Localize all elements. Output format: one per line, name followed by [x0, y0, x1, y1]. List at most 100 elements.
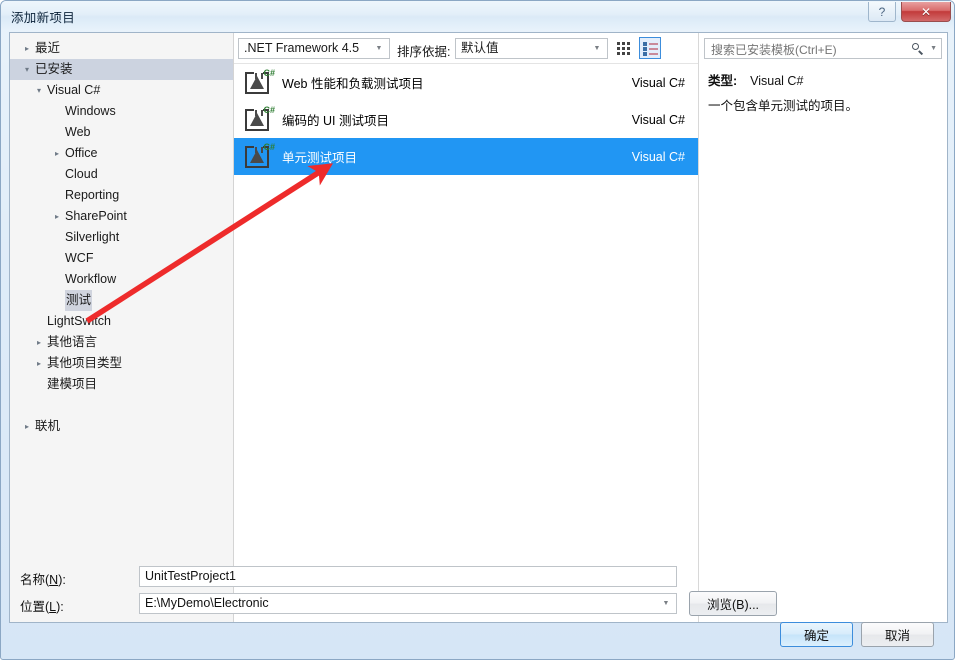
- sidebar-item-8[interactable]: SharePoint: [10, 206, 233, 227]
- sidebar-item-18[interactable]: 联机: [10, 416, 233, 437]
- location-label-prefix: 位置(: [20, 600, 50, 614]
- sidebar-item-4[interactable]: Web: [10, 122, 233, 143]
- sort-label: 排序依据:: [397, 45, 451, 59]
- triangle-right-icon[interactable]: [50, 206, 64, 227]
- dialog-content: 最近已安装 Visual C# Windows Web Office Cloud Repor…: [9, 32, 948, 623]
- close-button[interactable]: ✕: [901, 2, 951, 22]
- sidebar-item-9[interactable]: Silverlight: [10, 227, 233, 248]
- triangle-down-icon[interactable]: [32, 80, 46, 101]
- details-panel: 类型: Visual C# 一个包含单元测试的项目。: [698, 33, 947, 622]
- sidebar-item-label: Workflow: [65, 272, 117, 286]
- sidebar-item-label: 联机: [35, 419, 61, 433]
- triangle-down-icon[interactable]: [20, 59, 34, 80]
- sidebar-item-14[interactable]: 其他语言: [10, 332, 233, 353]
- project-name-value: UnitTestProject1: [145, 569, 237, 583]
- description-text: 一个包含单元测试的项目。: [708, 99, 859, 113]
- list-view-button[interactable]: [639, 37, 661, 59]
- sidebar-item-label: LightSwitch: [47, 314, 111, 328]
- sidebar-item-5[interactable]: Office: [10, 143, 233, 164]
- template-row[interactable]: C# 编码的 UI 测试项目 Visual C#: [234, 101, 698, 138]
- triangle-right-icon[interactable]: [32, 332, 46, 353]
- description-type-row: 类型: Visual C#: [708, 71, 939, 92]
- sidebar-item-label: 已安装: [35, 62, 73, 76]
- sort-value: 默认值: [461, 41, 499, 55]
- name-label: 名称(N):: [20, 569, 66, 588]
- chevron-down-icon[interactable]: [660, 594, 672, 613]
- template-row[interactable]: C# Web 性能和负载测试项目 Visual C#: [234, 64, 698, 101]
- sidebar-item-6[interactable]: Cloud: [10, 164, 233, 185]
- list-view-icon: [643, 42, 658, 56]
- window-title: 添加新项目: [11, 11, 76, 25]
- sidebar-item-label: 其他项目类型: [47, 356, 123, 370]
- help-button[interactable]: ?: [868, 2, 896, 22]
- framework-value: .NET Framework 4.5: [244, 41, 360, 55]
- grid-dots-icon: [617, 42, 633, 56]
- search-box[interactable]: [704, 38, 942, 60]
- triangle-right-icon[interactable]: [20, 416, 34, 437]
- template-language: Visual C#: [631, 75, 685, 90]
- browse-button[interactable]: 浏览(B)...: [689, 591, 777, 616]
- location-value: E:\MyDemo\Electronic: [145, 596, 269, 610]
- sidebar-item-label: 其他语言: [47, 335, 98, 349]
- sidebar-item-1[interactable]: 已安装: [10, 59, 233, 80]
- triangle-right-icon[interactable]: [20, 38, 34, 59]
- sort-dropdown[interactable]: 默认值: [455, 38, 608, 59]
- sidebar-item-12[interactable]: 测试: [10, 290, 233, 311]
- sidebar-item-label: 测试: [65, 290, 93, 311]
- triangle-right-icon[interactable]: [32, 353, 46, 374]
- sidebar-item-0[interactable]: 最近: [10, 38, 233, 59]
- sidebar-item-label: Windows: [65, 104, 116, 118]
- sidebar-item-label: Office: [65, 146, 98, 160]
- search-input[interactable]: [709, 39, 905, 60]
- sidebar-item-2[interactable]: Visual C#: [10, 80, 233, 101]
- title-bar: 添加新项目 ? ✕: [1, 1, 954, 30]
- sidebar-item-3[interactable]: Windows: [10, 101, 233, 122]
- chevron-down-icon[interactable]: [930, 45, 937, 52]
- project-name-input[interactable]: UnitTestProject1: [139, 566, 677, 587]
- sidebar-item-15[interactable]: 其他项目类型: [10, 353, 233, 374]
- sidebar-item-label: Reporting: [65, 188, 120, 202]
- location-label-suffix: ):: [56, 600, 64, 614]
- search-icon[interactable]: [911, 41, 925, 56]
- template-name: Web 性能和负载测试项目: [282, 77, 424, 91]
- chevron-down-icon: [373, 39, 385, 58]
- template-language: Visual C#: [631, 112, 685, 127]
- location-input[interactable]: E:\MyDemo\Electronic: [139, 593, 677, 614]
- category-tree[interactable]: 最近已安装 Visual C# Windows Web Office Cloud Repor…: [10, 33, 234, 622]
- sidebar-item-label: Cloud: [65, 167, 98, 181]
- template-list[interactable]: C# Web 性能和负载测试项目 Visual C# C# 编码的 UI 测试项目 Vis…: [234, 63, 698, 622]
- triangle-right-icon[interactable]: [50, 143, 64, 164]
- sidebar-item-13[interactable]: LightSwitch: [10, 311, 233, 332]
- template-name: 编码的 UI 测试项目: [282, 114, 389, 128]
- sidebar-item-label: Silverlight: [65, 230, 120, 244]
- sidebar-item-11[interactable]: Workflow: [10, 269, 233, 290]
- test-project-flask-icon: C#: [243, 106, 275, 134]
- description-type-label: 类型:: [708, 74, 738, 88]
- template-row[interactable]: C# 单元测试项目 Visual C#: [234, 138, 698, 175]
- templates-panel: .NET Framework 4.5 排序依据: 默认值: [234, 33, 698, 622]
- ok-button[interactable]: 确定: [780, 622, 853, 647]
- name-label-prefix: 名称(: [20, 573, 50, 587]
- test-project-flask-icon: C#: [243, 143, 275, 171]
- sidebar-item-10[interactable]: WCF: [10, 248, 233, 269]
- sidebar-item-16[interactable]: 建模项目: [10, 374, 233, 395]
- sidebar-item-7[interactable]: Reporting: [10, 185, 233, 206]
- framework-dropdown[interactable]: .NET Framework 4.5: [238, 38, 390, 59]
- name-label-key: N: [49, 573, 59, 587]
- test-project-flask-icon: C#: [243, 69, 275, 97]
- description-type-value: Visual C#: [750, 74, 804, 88]
- template-name: 单元测试项目: [282, 151, 358, 165]
- template-language: Visual C#: [631, 149, 685, 164]
- sidebar-item-label: 建模项目: [47, 377, 98, 391]
- sidebar-item-label: Web: [65, 125, 91, 139]
- sidebar-item-label: 最近: [35, 41, 61, 55]
- template-description: 类型: Visual C# 一个包含单元测试的项目。: [708, 71, 939, 117]
- chevron-down-icon: [591, 39, 603, 58]
- add-new-item-dialog: 添加新项目 ? ✕ 最近已安装 Visual C# Windows Web Office…: [0, 0, 955, 660]
- name-label-suffix: ):: [58, 573, 66, 587]
- location-label: 位置(L):: [20, 596, 64, 615]
- small-icons-view-button[interactable]: [613, 37, 635, 59]
- templates-toolbar: .NET Framework 4.5 排序依据: 默认值: [234, 33, 698, 63]
- cancel-button[interactable]: 取消: [861, 622, 934, 647]
